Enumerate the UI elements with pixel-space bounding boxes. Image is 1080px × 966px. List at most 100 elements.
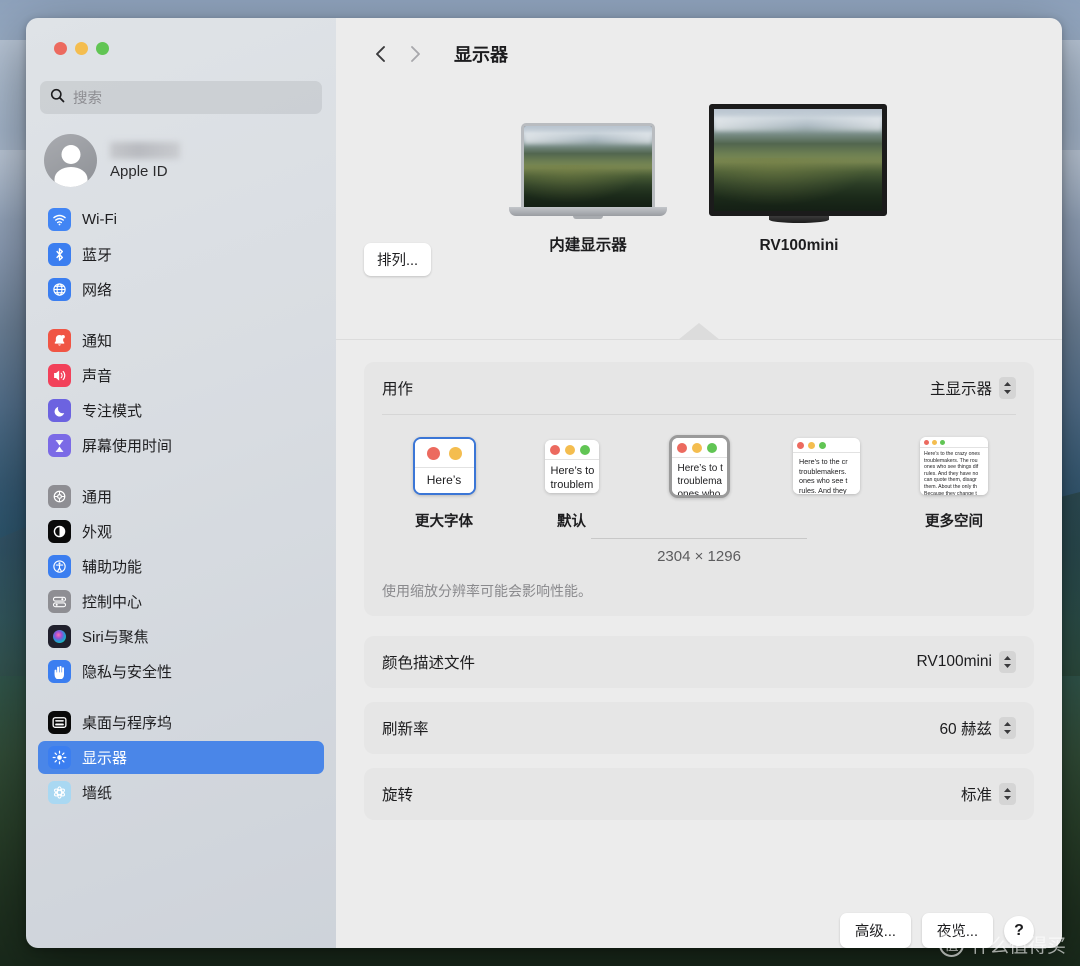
bell-icon [48,329,71,352]
rotation-value: 标准 [960,787,992,804]
sidebar-item-label: 隐私与安全性 [82,664,173,681]
use-as-row[interactable]: 用作 主显示器 [364,362,1034,414]
forward-button[interactable] [398,37,432,71]
nav-group-alerts: 通知 声音 专注模式 屏幕使用时间 [38,324,324,462]
sidebar-item-accessibility[interactable]: 辅助功能 [38,550,324,583]
monitor-icon [709,104,889,223]
resolution-label: 更多空间 [925,514,983,530]
zoom-button[interactable] [96,42,109,55]
moon-icon [48,399,71,422]
laptop-icon [509,123,667,219]
settings-content: 用作 主显示器 Here’s 更大字体 Here’s to troublem 默… [336,340,1062,893]
speaker-icon [48,364,71,387]
wallpaper-icon [48,781,71,804]
display-name: 内建显示器 [549,237,627,254]
sidebar-item-siri-spotlight[interactable]: Siri与聚焦 [38,620,324,653]
use-as-label: 用作 [382,381,414,398]
resolution-option[interactable]: Here’s 更大字体 [388,431,500,530]
sidebar-item-wifi[interactable]: Wi-Fi [38,203,324,236]
back-button[interactable] [364,37,398,71]
brightness-icon [48,746,71,769]
refresh-rate-row[interactable]: 刷新率 60 赫兹 [364,702,1034,754]
page-title: 显示器 [454,45,508,65]
traffic-lights [38,18,324,55]
resolution-option-selected[interactable]: Here’s to t troublema ones who [643,431,755,528]
sidebar-item-label: 显示器 [82,750,128,767]
advanced-button[interactable]: 高级... [839,913,911,948]
sidebar-item-label: 控制中心 [82,594,143,611]
appearance-icon [48,520,71,543]
sidebar-item-label: 专注模式 [82,403,143,420]
main-panel: 显示器 排列... 内建显示器 RV100mini 用作 主显示器 Here’s… [336,18,1062,948]
display-thumbnails: 内建显示器 RV100mini [509,104,889,255]
rotation-row[interactable]: 旋转 标准 [364,768,1034,820]
sidebar-item-notifications[interactable]: 通知 [38,324,324,357]
color-profile-row[interactable]: 颜色描述文件 RV100mini [364,636,1034,688]
sidebar-item-label: 网络 [82,282,113,299]
sidebar-item-label: 辅助功能 [82,559,143,576]
sidebar-item-appearance[interactable]: 外观 [38,515,324,548]
resolution-picker: Here’s 更大字体 Here’s to troublem 默认 Here’s… [364,415,1034,565]
use-as-value: 主显示器 [929,381,992,398]
gear-icon [48,485,71,508]
display-item-rv100mini[interactable]: RV100mini [709,104,889,255]
sidebar-item-bluetooth[interactable]: 蓝牙 [38,238,324,271]
selected-display-caret [678,323,720,340]
help-button[interactable]: ? [1004,915,1034,946]
toolbar: 显示器 [336,18,1062,90]
account-name-redacted [110,141,180,159]
sidebar-item-desktop-dock[interactable]: 桌面与程序坞 [38,706,324,739]
stepper-updown-icon[interactable] [999,717,1016,739]
color-profile-value: RV100mini [916,653,992,670]
rotation-value-control[interactable]: 标准 [961,783,1016,805]
color-profile-value-control[interactable]: RV100mini [916,651,1016,673]
resolution-thumbnail: Here’s to troublem [544,439,599,493]
privacy-hand-icon [48,660,71,683]
sidebar-item-privacy-security[interactable]: 隐私与安全性 [38,655,324,688]
accessibility-icon [48,555,71,578]
sidebar-item-label: 桌面与程序坞 [82,715,173,732]
use-as-value-control[interactable]: 主显示器 [930,377,1016,399]
sidebar-item-label: 屏幕使用时间 [82,438,173,455]
avatar [44,134,97,187]
sidebar-item-network[interactable]: 网络 [38,273,324,306]
stepper-updown-icon[interactable] [999,651,1016,673]
resolution-thumbnail: Here’s to t troublema ones who [668,434,730,498]
resolution-option[interactable]: Here’s to the crazy ones troublemakers. T… [898,431,1010,530]
stepper-updown-icon[interactable] [999,377,1016,399]
selected-resolution-block: 2304 × 1296 [382,538,1016,565]
search-input[interactable]: 搜索 [40,81,322,114]
color-profile-card: 颜色描述文件 RV100mini [364,636,1034,688]
minimize-button[interactable] [75,42,88,55]
sidebar-item-sound[interactable]: 声音 [38,359,324,392]
sidebar-item-label: 通用 [82,489,113,506]
resolution-option[interactable]: Here’s to the cr troublemakers. ones who s… [771,431,883,528]
displays-strip: 排列... 内建显示器 RV100mini [336,90,1062,340]
bluetooth-icon [48,243,71,266]
apple-id-row[interactable]: Apple ID [44,134,322,187]
sidebar-item-focus[interactable]: 专注模式 [38,394,324,427]
stepper-updown-icon[interactable] [999,783,1016,805]
close-button[interactable] [54,42,67,55]
sidebar-item-wallpaper[interactable]: 墙纸 [38,776,324,809]
selected-resolution-value: 2304 × 1296 [657,548,741,565]
color-profile-label: 颜色描述文件 [382,655,476,672]
resolution-option[interactable]: Here’s to troublem 默认 [516,431,628,530]
refresh-rate-value-control[interactable]: 60 赫兹 [939,717,1016,739]
nav-group-desktop: 桌面与程序坞 显示器 墙纸 [38,706,324,809]
night-shift-button[interactable]: 夜览... [921,913,993,948]
sidebar-item-control-center[interactable]: 控制中心 [38,585,324,618]
rotation-card: 旋转 标准 [364,768,1034,820]
arrange-button[interactable]: 排列... [364,243,432,276]
search-placeholder: 搜索 [73,91,102,107]
desktop-dock-icon [48,711,71,734]
sidebar-item-general[interactable]: 通用 [38,480,324,513]
sidebar-item-displays[interactable]: 显示器 [38,741,324,774]
sidebar-item-screen-time[interactable]: 屏幕使用时间 [38,429,324,462]
refresh-rate-value: 60 赫兹 [939,721,992,738]
nav-group-network: Wi-Fi 蓝牙 网络 [38,203,324,306]
sidebar-item-label: 通知 [82,333,113,350]
display-item-builtin[interactable]: 内建显示器 [509,123,667,255]
sidebar-item-label: 蓝牙 [82,247,113,264]
use-as-card: 用作 主显示器 Here’s 更大字体 Here’s to troublem 默… [364,362,1034,616]
